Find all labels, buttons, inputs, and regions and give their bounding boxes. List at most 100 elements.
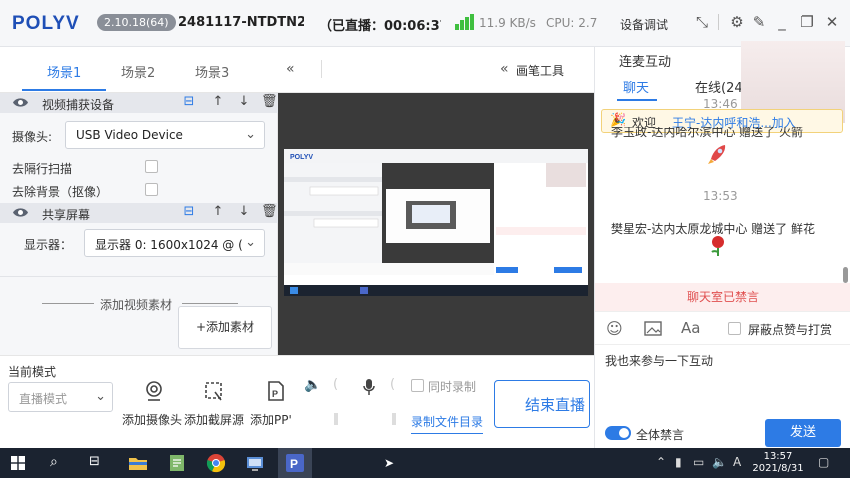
chevron-down-icon: ⌄ — [245, 127, 256, 142]
chat-toolbar: ☺ Aa 屏蔽点赞与打赏 — [595, 311, 850, 345]
chat-banned-notice: 聊天室已禁言 — [595, 283, 850, 311]
system-clock[interactable]: 13:57 2021/8/31 — [750, 451, 806, 475]
remove-background-label: 去除背景（抠像） — [12, 185, 109, 199]
camera-icon[interactable] — [143, 380, 165, 402]
tab-online[interactable]: 在线(24 — [695, 77, 741, 96]
source-camera-label: 视频捕获设备 — [42, 98, 115, 112]
speaker-icon[interactable]: 🔈 — [304, 377, 321, 393]
add-screen-capture-button[interactable]: 添加截屏源 — [184, 411, 244, 428]
svg-text:POLYV: POLYV — [290, 154, 313, 161]
gear-icon[interactable]: ⚙ — [727, 12, 747, 32]
delete-icon[interactable]: 🗑 — [261, 204, 278, 219]
remove-background-checkbox[interactable] — [145, 183, 158, 196]
source-screen-header[interactable]: 共享屏幕 ⊟ ↑ ↓ 🗑 — [0, 203, 278, 223]
chevron-down-icon: ⌄ — [95, 389, 106, 404]
move-down-icon[interactable]: ↓ — [236, 94, 252, 109]
shrink-icon[interactable]: ⤡ — [692, 12, 712, 32]
preview-header: « « 画笔工具 — [278, 47, 594, 93]
collapse-icon[interactable]: ⊟ — [181, 204, 197, 219]
camera-select[interactable]: USB Video Device ⌄ — [65, 121, 265, 149]
party-icon: 🎉 — [610, 113, 627, 128]
app-logo: POLYV — [12, 13, 80, 34]
screenshot-icon[interactable] — [203, 380, 225, 402]
svg-text:P: P — [272, 389, 278, 399]
ime-indicator[interactable]: A — [733, 455, 741, 469]
add-camera-button[interactable]: 添加摄像头 — [122, 411, 182, 428]
emoji-icon[interactable]: ☺ — [606, 319, 623, 338]
chrome-icon[interactable] — [206, 453, 226, 473]
search-icon[interactable]: ⌕ — [50, 454, 58, 470]
network-icon[interactable]: ▭ — [693, 455, 704, 469]
usb-icon[interactable]: ▮ — [675, 455, 682, 469]
tab-chat[interactable]: 聊天 — [623, 77, 649, 96]
task-view-icon[interactable]: ⊟ — [89, 454, 100, 469]
delete-icon[interactable]: 🗑 — [261, 94, 278, 109]
notification-icon[interactable]: ▢ — [818, 455, 829, 469]
scene-tabs: 场景1 场景2 场景3 — [0, 47, 278, 93]
restore-icon[interactable]: ❐ — [797, 12, 817, 32]
collapse-icon[interactable]: ⊟ — [181, 94, 197, 109]
notepad-icon[interactable] — [167, 453, 187, 473]
windows-taskbar: ⌕ ⊟ P ➤ ⌃ ▮ ▭ 🔈 A 13:57 2021/8/31 ▢ — [0, 448, 850, 478]
svg-text:P: P — [290, 457, 298, 471]
flower-icon — [711, 236, 724, 256]
tab-scene-2[interactable]: 场景2 — [121, 62, 155, 81]
add-ppt-button[interactable]: 添加PP' — [250, 411, 295, 428]
send-button[interactable]: 发送 — [765, 419, 841, 447]
pin-icon[interactable]: ✎ — [749, 12, 769, 32]
source-camera-header[interactable]: 视频捕获设备 ⊟ ↑ ↓ 🗑 — [0, 93, 278, 113]
move-down-icon[interactable]: ↓ — [236, 204, 252, 219]
active-tab-indicator — [22, 89, 106, 91]
title-bar: POLYV 2.10.18(64) 2481117-NTDTN2' （已直播：0… — [0, 0, 850, 47]
close-icon[interactable]: ✕ — [822, 12, 842, 32]
mode-select[interactable]: 直播模式 ⌄ — [8, 382, 113, 412]
clock-date: 2021/8/31 — [752, 463, 804, 474]
network-speed: 11.9 KB/s — [479, 16, 536, 30]
divider-line-right — [182, 303, 238, 304]
eye-icon[interactable] — [12, 96, 29, 109]
deinterlace-checkbox[interactable] — [145, 160, 158, 173]
device-settings-button[interactable]: 设备调试 — [620, 16, 668, 33]
double-chevron-left-icon[interactable]: « — [500, 61, 509, 77]
volume-slider-track[interactable] — [334, 413, 338, 425]
minimize-icon[interactable]: _ — [772, 12, 792, 32]
chevron-down-icon: ⌄ — [245, 235, 256, 250]
polyv-app-icon[interactable]: P — [285, 453, 305, 473]
sync-record-checkbox[interactable] — [411, 379, 424, 392]
add-material-button[interactable]: +添加素材 — [178, 306, 272, 349]
move-up-icon[interactable]: ↑ — [210, 204, 226, 219]
tray-chevron-up-icon[interactable]: ⌃ — [656, 455, 666, 469]
collapse-left-icon[interactable]: « — [286, 61, 295, 77]
toggle-knob — [619, 428, 629, 438]
eye-icon[interactable] — [12, 206, 29, 219]
rocket-icon — [708, 145, 726, 164]
block-gifts-label: 屏蔽点赞与打赏 — [748, 323, 833, 337]
display-select[interactable]: 显示器 0: 1600x1024 @ ( ⌄ — [84, 229, 265, 257]
end-live-button[interactable]: 结束直播 — [494, 380, 590, 428]
sync-record-label: 同时录制 — [428, 380, 477, 394]
taskbar-active-app[interactable]: P — [278, 448, 312, 478]
add-material-divider-label: 添加视频素材 — [100, 298, 173, 312]
microphone-icon[interactable] — [362, 378, 376, 396]
file-explorer-icon[interactable] — [128, 453, 148, 473]
pen-tool-button[interactable]: 画笔工具 — [516, 62, 564, 79]
windows-start-icon[interactable] — [11, 456, 25, 470]
image-icon[interactable] — [644, 321, 662, 336]
chat-input[interactable]: 我也来参与一下互动 — [605, 352, 713, 369]
title-divider — [718, 14, 719, 30]
tab-scene-3[interactable]: 场景3 — [195, 62, 229, 81]
font-icon[interactable]: Aa — [681, 319, 700, 337]
volume-icon[interactable]: 🔈 — [712, 455, 727, 469]
move-up-icon[interactable]: ↑ — [210, 94, 226, 109]
record-directory-link[interactable]: 录制文件目录 — [411, 413, 484, 434]
remote-desktop-icon[interactable] — [245, 453, 265, 473]
chat-scrollbar[interactable] — [843, 267, 848, 283]
display-select-value: 显示器 0: 1600x1024 @ ( — [95, 238, 243, 252]
mute-all-toggle[interactable] — [605, 426, 631, 440]
gift-message: 李玉政-达内哈尔滨中心 赠送了 火箭 — [611, 127, 803, 139]
version-badge: 2.10.18(64) — [97, 14, 176, 31]
tab-scene-1[interactable]: 场景1 — [47, 62, 81, 81]
block-gifts-checkbox[interactable] — [728, 322, 741, 335]
ppt-icon[interactable]: P — [265, 380, 287, 402]
mic-slider-track[interactable] — [392, 413, 396, 425]
